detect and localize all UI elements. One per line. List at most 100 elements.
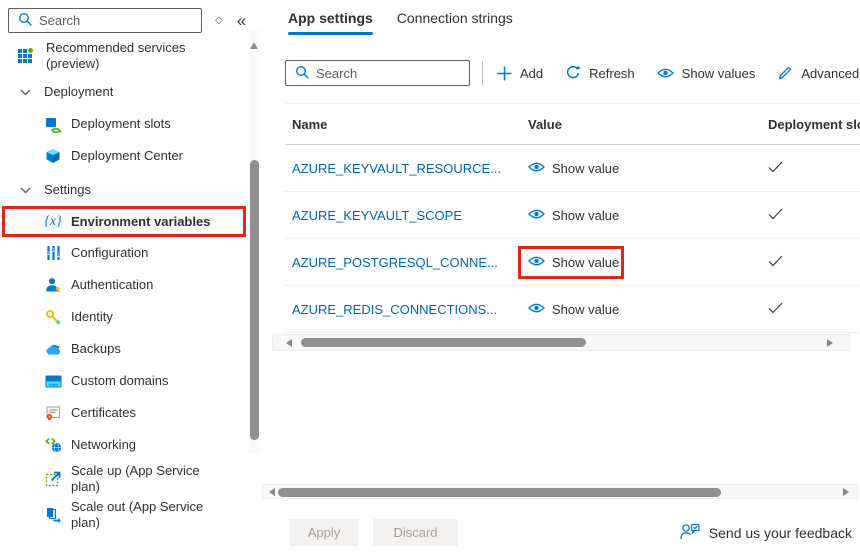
toolbar-divider xyxy=(482,61,483,85)
sidebar-item-label: Recommended services (preview) xyxy=(46,40,206,72)
sidebar-item-label: Deployment Center xyxy=(71,148,183,164)
table-row: AZURE_POSTGRESQL_CONNE... Show value xyxy=(285,239,860,286)
deployment-slots-icon xyxy=(44,115,62,133)
sidebar-scrollbar[interactable] xyxy=(249,30,260,454)
sidebar-item-authentication[interactable]: Authentication xyxy=(0,269,246,301)
deployment-slot-cell xyxy=(765,255,860,270)
panel-scrollbar-thumb[interactable] xyxy=(278,488,721,497)
environment-variables-panel: App settings Connection strings Add xyxy=(262,0,860,555)
column-header-name[interactable]: Name xyxy=(292,117,522,132)
sidebar-item-label: Backups xyxy=(71,341,121,357)
tab-label: Connection strings xyxy=(397,10,513,26)
check-icon xyxy=(768,302,783,317)
panel-horizontal-scrollbar[interactable] xyxy=(262,484,858,499)
sidebar-item-deployment-slots[interactable]: Deployment slots xyxy=(0,108,246,140)
deployment-slot-cell xyxy=(765,161,860,176)
sidebar-group-deployment[interactable]: Deployment xyxy=(0,76,246,108)
svg-text:www: www xyxy=(48,381,59,386)
sidebar-item-scale-out[interactable]: Scale out (App Service plan) xyxy=(0,497,246,533)
toolbar-search-input[interactable] xyxy=(316,66,463,81)
add-button[interactable]: Add xyxy=(497,66,543,81)
send-feedback-link[interactable]: Send us your feedback xyxy=(680,522,852,543)
sidebar-item-custom-domains[interactable]: www Custom domains xyxy=(0,365,246,397)
column-header-value[interactable]: Value xyxy=(522,117,765,132)
sidebar-item-label: Scale out (App Service plan) xyxy=(71,499,231,531)
sidebar-item-scale-up[interactable]: Scale up (App Service plan) xyxy=(0,461,246,497)
table-header-row: Name Value Deployment slot setting xyxy=(285,104,860,145)
tab-label: App settings xyxy=(288,10,373,26)
search-icon xyxy=(18,12,32,29)
sidebar-group-label: Settings xyxy=(44,182,91,198)
show-value-button[interactable]: Show value xyxy=(522,161,765,176)
sidebar-group-settings[interactable]: Settings xyxy=(0,174,246,206)
grid-services-icon xyxy=(16,47,34,65)
sidebar-item-label: Configuration xyxy=(71,245,148,261)
sidebar-item-identity[interactable]: Identity xyxy=(0,301,246,333)
sidebar-item-backups[interactable]: Backups xyxy=(0,333,246,365)
scale-out-icon xyxy=(44,506,62,524)
certificate-icon xyxy=(44,404,62,422)
sidebar-search-row: ◇ « xyxy=(8,8,258,33)
scroll-right-arrow-icon[interactable] xyxy=(843,488,849,496)
sidebar-item-recommended-services[interactable]: Recommended services (preview) xyxy=(0,38,246,74)
discard-button[interactable]: Discard xyxy=(373,519,458,546)
eye-icon xyxy=(528,208,545,223)
sidebar-search-input[interactable] xyxy=(39,13,195,28)
sidebar-item-label: Authentication xyxy=(71,277,153,293)
show-value-button[interactable]: Show value xyxy=(522,208,765,223)
check-icon xyxy=(768,161,783,176)
sidebar-item-certificates[interactable]: Certificates xyxy=(0,397,246,429)
deployment-slot-cell xyxy=(765,208,860,223)
refresh-button-label: Refresh xyxy=(589,66,635,81)
advanced-edit-button[interactable]: Advanced edit xyxy=(777,65,860,81)
send-feedback-label: Send us your feedback xyxy=(709,525,852,541)
feedback-person-icon xyxy=(680,522,700,543)
sidebar-item-deployment-center[interactable]: Deployment Center xyxy=(0,140,246,172)
show-value-label: Show value xyxy=(552,208,619,223)
tab-app-settings[interactable]: App settings xyxy=(288,10,373,35)
sidebar-item-configuration[interactable]: Configuration xyxy=(0,237,246,269)
braces-x-icon: {x} xyxy=(44,213,62,231)
scroll-left-arrow-icon[interactable] xyxy=(286,339,292,347)
sidebar-search-box[interactable] xyxy=(8,8,202,33)
scroll-right-arrow-icon[interactable] xyxy=(827,339,833,347)
scale-up-icon xyxy=(44,470,62,488)
sidebar-item-networking[interactable]: Networking xyxy=(0,429,246,461)
setting-name-link[interactable]: AZURE_REDIS_CONNECTIONS... xyxy=(292,302,497,317)
setting-name-link[interactable]: AZURE_POSTGRESQL_CONNE... xyxy=(292,255,498,270)
scroll-up-arrow-icon[interactable] xyxy=(250,42,258,49)
browser-www-icon: www xyxy=(44,372,62,390)
setting-name-link[interactable]: AZURE_KEYVAULT_SCOPE xyxy=(292,208,462,223)
apply-button[interactable]: Apply xyxy=(290,519,358,546)
show-value-label: Show value xyxy=(552,302,619,317)
table-scrollbar-thumb[interactable] xyxy=(301,338,586,347)
deployment-center-icon xyxy=(44,147,62,165)
deployment-slot-cell xyxy=(765,302,860,317)
setting-name-link[interactable]: AZURE_KEYVAULT_RESOURCE... xyxy=(292,161,501,176)
table-row: AZURE_KEYVAULT_RESOURCE... Show value xyxy=(285,145,860,192)
collapse-menu-icon[interactable]: « xyxy=(237,12,246,29)
table-horizontal-scrollbar[interactable] xyxy=(272,334,850,351)
plus-icon xyxy=(497,66,512,81)
pin-toggle-icon[interactable]: ◇ xyxy=(215,15,223,26)
sidebar-item-label: Networking xyxy=(71,437,136,453)
globe-arrows-icon xyxy=(44,436,62,454)
sidebar-item-label: Identity xyxy=(71,309,113,325)
toolbar-search-box[interactable] xyxy=(285,60,470,86)
sliders-icon xyxy=(44,244,62,262)
table-row: AZURE_KEYVAULT_SCOPE Show value xyxy=(285,192,860,239)
show-value-button[interactable]: Show value xyxy=(522,302,765,317)
refresh-button[interactable]: Refresh xyxy=(565,65,635,81)
show-values-button[interactable]: Show values xyxy=(657,66,756,81)
sidebar-menu: Recommended services (preview) Deploymen… xyxy=(0,38,246,533)
azure-portal-screen: ◇ « Recommended services (preview) xyxy=(0,0,860,555)
advanced-edit-button-label: Advanced edit xyxy=(801,66,860,81)
tab-connection-strings[interactable]: Connection strings xyxy=(397,10,513,35)
column-header-deployment-slot-setting[interactable]: Deployment slot setting xyxy=(765,117,860,132)
sidebar-item-environment-variables[interactable]: {x} Environment variables xyxy=(2,206,246,237)
sidebar-scrollbar-thumb[interactable] xyxy=(250,160,259,440)
eye-icon xyxy=(528,302,545,317)
sidebar-item-label: Environment variables xyxy=(71,214,210,230)
table-row: AZURE_REDIS_CONNECTIONS... Show value xyxy=(285,286,860,333)
scroll-left-arrow-icon[interactable] xyxy=(269,488,275,496)
